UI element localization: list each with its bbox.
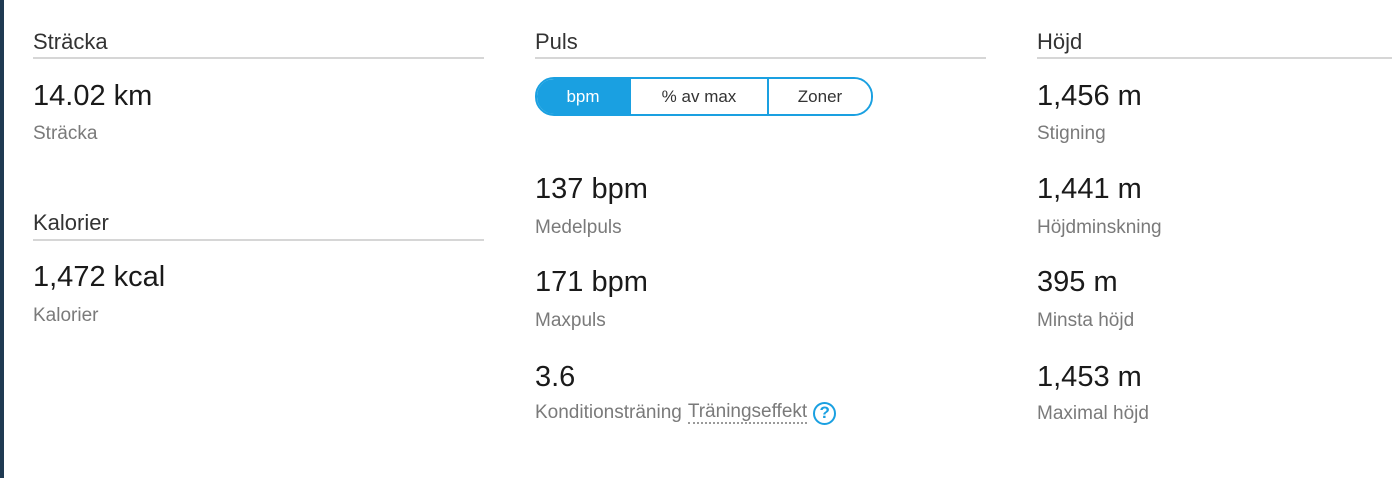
calories-value: 1,472 kcal [33, 261, 166, 293]
elevation-gain-label: Stigning [1037, 123, 1106, 144]
elevation-section-divider [1037, 57, 1392, 59]
calories-label: Kalorier [33, 305, 99, 326]
calories-section-divider [33, 239, 484, 241]
distance-label: Sträcka [33, 123, 98, 144]
max-heart-rate-value: 171 bpm [535, 266, 648, 298]
training-effect-type-label: Konditionsträning [535, 402, 682, 423]
heart-rate-section-divider [535, 57, 986, 59]
heart-rate-unit-toggle: bpm % av max Zoner [535, 77, 873, 116]
training-effect-link[interactable]: Träningseffekt [687, 402, 808, 424]
max-elevation-value: 1,453 m [1037, 361, 1142, 393]
elevation-loss-value: 1,441 m [1037, 173, 1142, 205]
calories-section-title: Kalorier [33, 210, 109, 235]
tab-bpm[interactable]: bpm [537, 79, 629, 114]
elevation-loss-label: Höjdminskning [1037, 217, 1162, 238]
min-elevation-label: Minsta höjd [1037, 310, 1135, 331]
distance-section-title: Sträcka [33, 29, 108, 54]
min-elevation-value: 395 m [1037, 266, 1118, 298]
max-elevation-label: Maximal höjd [1037, 403, 1149, 424]
training-effect-label-row: Konditionsträning Träningseffekt ? [535, 401, 837, 425]
distance-value: 14.02 km [33, 80, 153, 112]
tab-percent-of-max[interactable]: % av max [629, 79, 767, 114]
elevation-gain-value: 1,456 m [1037, 80, 1142, 112]
tab-zones[interactable]: Zoner [767, 79, 871, 114]
avg-heart-rate-value: 137 bpm [535, 173, 648, 205]
left-edge-bar [0, 0, 4, 478]
training-effect-value: 3.6 [535, 361, 576, 393]
question-circle-icon[interactable]: ? [813, 401, 837, 425]
max-heart-rate-label: Maxpuls [535, 310, 606, 331]
heart-rate-section-title: Puls [535, 29, 578, 54]
elevation-section-title: Höjd [1037, 29, 1083, 54]
activity-stats-panel: Sträcka 14.02 km Sträcka Kalorier 1,472 … [0, 0, 1392, 478]
distance-section-divider [33, 57, 484, 59]
avg-heart-rate-label: Medelpuls [535, 217, 622, 238]
